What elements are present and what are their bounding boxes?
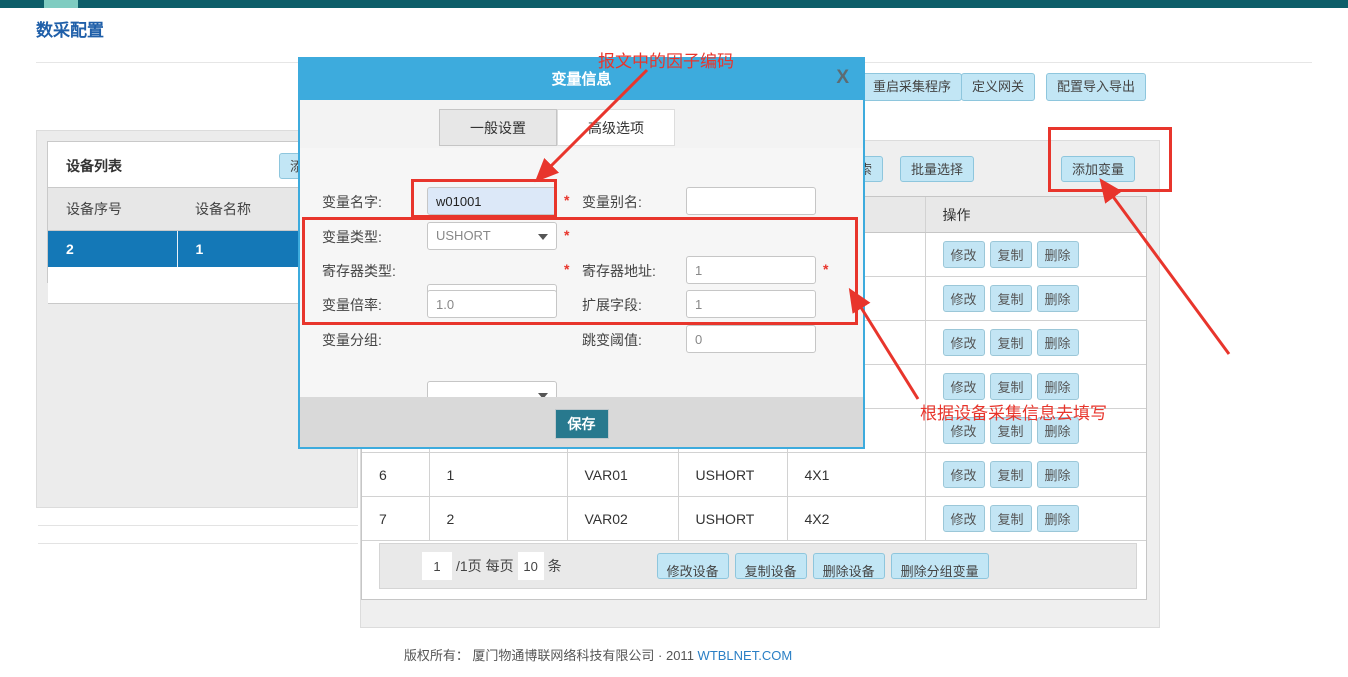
edit-row-button[interactable]: 修改 — [943, 461, 985, 488]
page-title: 数采配置 — [36, 16, 104, 41]
copy-row-button[interactable]: 复制 — [990, 417, 1032, 444]
jump-threshold-label: 跳变阈值: — [582, 330, 642, 350]
left-divider-2 — [38, 543, 358, 544]
var-alias-label: 变量别名: — [582, 192, 642, 212]
dialog-title: 变量信息 — [300, 59, 863, 100]
define-gateway-button[interactable]: 定义网关 — [961, 73, 1035, 101]
edit-row-button[interactable]: 修改 — [943, 285, 985, 312]
page-size-input[interactable] — [518, 552, 544, 580]
edit-row-button[interactable]: 修改 — [943, 373, 985, 400]
page: 数采配置 重启采集程序 定义网关 配置导入导出 设备列表 添加设备 设备序号 设… — [0, 0, 1348, 677]
batch-select-button[interactable]: 批量选择 — [900, 156, 974, 182]
required-marker: * — [564, 227, 569, 243]
add-variable-button[interactable]: 添加变量 — [1061, 156, 1135, 182]
config-import-export-button[interactable]: 配置导入导出 — [1046, 73, 1146, 101]
footer: 版权所有： 厦门物通博联网络科技有限公司 · 2011 WTBLNET.COM — [36, 645, 1160, 664]
edit-row-button[interactable]: 修改 — [943, 505, 985, 532]
copy-row-button[interactable]: 复制 — [990, 373, 1032, 400]
edit-row-button[interactable]: 修改 — [943, 417, 985, 444]
delete-device-button[interactable]: 删除设备 — [813, 553, 885, 579]
table-row-selected[interactable]: 72VAR02USHORT4X2 修改复制删除 — [362, 497, 1146, 541]
tab-general-settings[interactable]: 一般设置 — [439, 109, 557, 146]
copy-row-button[interactable]: 复制 — [990, 241, 1032, 268]
var-type-select[interactable]: USHORT — [427, 222, 557, 250]
page-suffix-label: /1页 每页 — [456, 556, 514, 576]
delete-row-button[interactable]: 删除 — [1037, 461, 1079, 488]
pagination-bar: /1页 每页 条 修改设备 复制设备 删除设备 删除分组变量 — [379, 543, 1137, 589]
footer-link[interactable]: WTBLNET.COM — [698, 648, 793, 663]
edit-row-button[interactable]: 修改 — [943, 241, 985, 268]
dialog-header: 变量信息 X — [300, 59, 863, 100]
var-type-label: 变量类型: — [322, 227, 382, 247]
edit-device-button[interactable]: 修改设备 — [657, 553, 729, 579]
var-group-label: 变量分组: — [322, 330, 382, 350]
required-marker: * — [823, 261, 828, 277]
var-name-input[interactable] — [427, 187, 557, 215]
register-address-input[interactable] — [686, 256, 816, 284]
var-name-label: 变量名字: — [322, 192, 382, 212]
delete-row-button[interactable]: 删除 — [1037, 417, 1079, 444]
device-list-title: 设备列表 — [66, 156, 122, 176]
close-icon[interactable]: X — [836, 67, 849, 89]
top-bar — [0, 0, 1348, 8]
delete-row-button[interactable]: 删除 — [1037, 505, 1079, 532]
ext-field-input[interactable] — [686, 290, 816, 318]
delete-row-button[interactable]: 删除 — [1037, 285, 1079, 312]
var-alias-input[interactable] — [686, 187, 816, 215]
page-number-input[interactable] — [422, 552, 452, 580]
required-marker: * — [564, 192, 569, 208]
copy-row-button[interactable]: 复制 — [990, 329, 1032, 356]
var-ratio-label: 变量倍率: — [322, 295, 382, 315]
page-size-unit-label: 条 — [548, 556, 562, 576]
required-marker: * — [564, 261, 569, 277]
table-row[interactable]: 61VAR01USHORT4X1 修改复制删除 — [362, 453, 1146, 497]
edit-row-button[interactable]: 修改 — [943, 329, 985, 356]
jump-threshold-input[interactable] — [686, 325, 816, 353]
copy-row-button[interactable]: 复制 — [990, 461, 1032, 488]
delete-row-button[interactable]: 删除 — [1037, 329, 1079, 356]
delete-group-vars-button[interactable]: 删除分组变量 — [891, 553, 989, 579]
restart-collector-button[interactable]: 重启采集程序 — [862, 73, 962, 101]
top-bar-highlight-segment — [44, 0, 78, 8]
reg-type-label: 寄存器类型: — [322, 261, 396, 281]
copy-device-button[interactable]: 复制设备 — [735, 553, 807, 579]
save-button[interactable]: 保存 — [555, 409, 609, 439]
device-seq-cell[interactable]: 2 — [48, 231, 177, 268]
dialog-footer: 保存 — [300, 397, 863, 447]
delete-row-button[interactable]: 删除 — [1037, 373, 1079, 400]
reg-addr-label: 寄存器地址: — [582, 261, 656, 281]
var-ratio-input[interactable] — [427, 290, 557, 318]
delete-row-button[interactable]: 删除 — [1037, 241, 1079, 268]
variable-info-dialog: 变量信息 X 一般设置 高级选项 变量名字: * 变量别名: 变量类型: USH… — [298, 57, 865, 449]
dialog-tab-strip: 一般设置 高级选项 — [300, 100, 863, 148]
left-divider-1 — [38, 525, 358, 526]
copyright-text: 版权所有： 厦门物通博联网络科技有限公司 · 2011 — [404, 648, 698, 663]
actions-column-header: 操作 — [925, 197, 1146, 233]
dialog-form: 变量名字: * 变量别名: 变量类型: USHORT * 寄存器类型: 4X *… — [300, 148, 863, 397]
device-col-seq: 设备序号 — [48, 188, 177, 231]
copy-row-button[interactable]: 复制 — [990, 285, 1032, 312]
tab-advanced-options[interactable]: 高级选项 — [557, 109, 675, 146]
ext-field-label: 扩展字段: — [582, 295, 642, 315]
copy-row-button[interactable]: 复制 — [990, 505, 1032, 532]
chevron-down-icon — [538, 234, 548, 240]
